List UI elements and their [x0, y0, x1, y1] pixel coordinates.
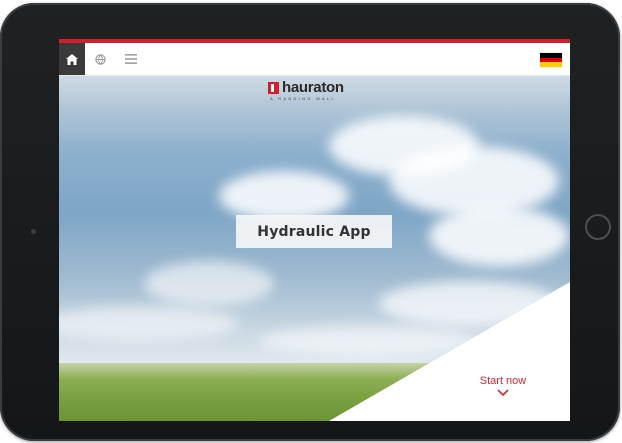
start-now-label: Start now — [479, 375, 527, 387]
logo-name: hauraton — [282, 79, 344, 96]
hauraton-logo: hauraton A RANDING WALL — [268, 79, 344, 103]
start-now-button[interactable]: Start now — [463, 375, 543, 405]
logo-tagline: A RANDING WALL — [270, 96, 337, 101]
chevron-down-icon — [497, 389, 509, 396]
front-camera — [31, 229, 36, 234]
globe-icon — [94, 53, 106, 65]
tablet-frame: hauraton A RANDING WALL Hydraulic App St… — [0, 3, 620, 441]
home-button[interactable] — [585, 214, 611, 240]
menu-button[interactable] — [125, 53, 137, 65]
logo-mark-icon — [268, 82, 279, 94]
app-screen: hauraton A RANDING WALL Hydraulic App St… — [59, 39, 570, 421]
home-nav-button[interactable] — [59, 43, 85, 75]
top-toolbar — [59, 43, 570, 76]
hero-background — [59, 76, 570, 421]
white-corner-panel — [329, 282, 570, 421]
app-title: Hydraulic App — [236, 215, 392, 248]
language-button[interactable] — [94, 53, 106, 65]
menu-icon — [125, 54, 137, 64]
home-icon — [66, 53, 78, 65]
germany-flag[interactable] — [540, 53, 562, 68]
